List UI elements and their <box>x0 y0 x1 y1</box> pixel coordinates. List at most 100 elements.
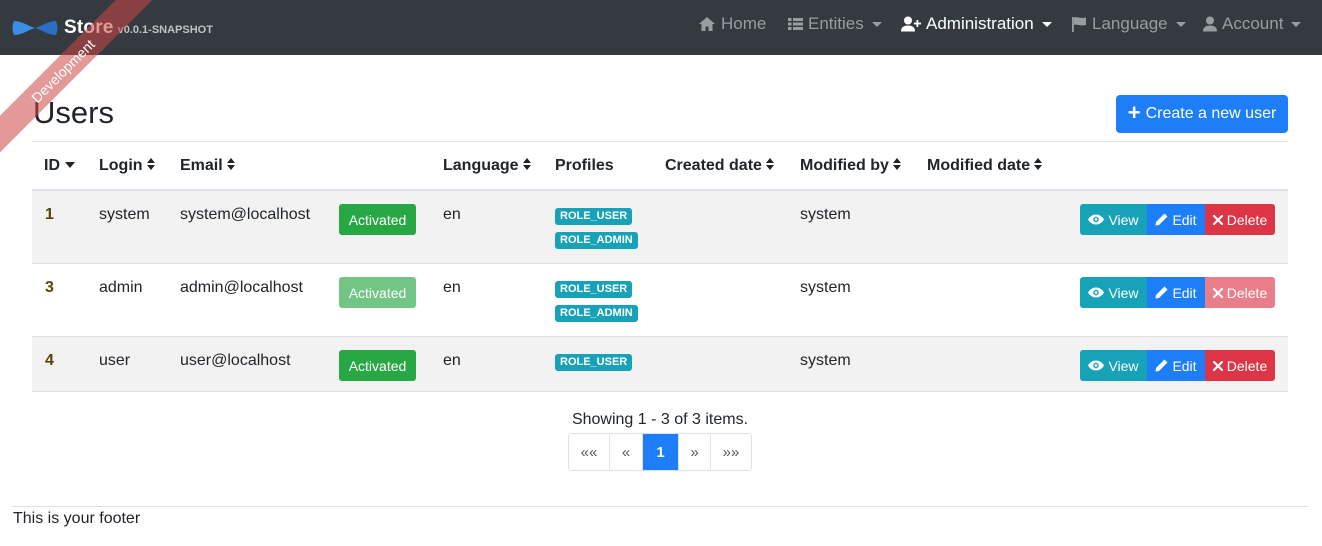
user-id-link[interactable]: 4 <box>45 352 54 370</box>
nav-account[interactable]: Account <box>1203 0 1302 48</box>
close-icon <box>1212 360 1223 371</box>
edit-button[interactable]: Edit <box>1147 204 1205 235</box>
delete-button: Delete <box>1205 277 1275 308</box>
footer-divider <box>12 506 1308 507</box>
profile-badge: ROLE_ADMIN <box>555 232 638 249</box>
current-page-button[interactable]: 1 <box>643 434 679 470</box>
navbar: Store v0.0.1-SNAPSHOT Home Entities Admi… <box>0 0 1322 55</box>
flag-icon <box>1072 17 1086 32</box>
brand-title: Store <box>64 16 114 38</box>
nav-entities[interactable]: Entities <box>788 0 882 48</box>
user-id-link[interactable]: 1 <box>45 206 54 224</box>
plus-icon: + <box>1127 100 1141 125</box>
page-title: Users <box>33 95 114 130</box>
pagination: «« « 1 » »» <box>568 433 752 471</box>
user-language: en <box>443 206 461 223</box>
nav-language[interactable]: Language <box>1071 0 1186 48</box>
table-row: 4 user user@localhost Activated en ROLE_… <box>32 337 1288 392</box>
sort-icon <box>226 158 236 171</box>
sort-desc-icon <box>65 161 75 168</box>
header-created-date[interactable]: Created date <box>665 142 775 190</box>
header-modified-by-label: Modified by <box>800 157 889 174</box>
user-modified-by: system <box>800 279 851 296</box>
profile-badge: ROLE_USER <box>555 208 633 225</box>
user-modified-by: system <box>800 352 851 369</box>
eye-icon <box>1088 360 1105 371</box>
header-modified-date-label: Modified date <box>927 157 1031 174</box>
delete-label: Delete <box>1226 357 1268 374</box>
pagination-summary: Showing 1 - 3 of 3 items. <box>571 411 749 428</box>
table-row: 1 system system@localhost Activated en R… <box>32 191 1288 264</box>
delete-label: Delete <box>1226 284 1268 301</box>
edit-button[interactable]: Edit <box>1147 277 1205 308</box>
sort-icon <box>522 158 532 171</box>
home-icon <box>699 17 715 31</box>
header-modified-by[interactable]: Modified by <box>800 142 902 190</box>
eye-icon <box>1088 287 1105 298</box>
edit-label: Edit <box>1172 211 1197 228</box>
prev-page-button[interactable]: « <box>610 434 643 470</box>
create-user-button[interactable]: + Create a new user <box>1116 95 1288 133</box>
pencil-icon <box>1155 286 1168 299</box>
nav-language-label: Language <box>1092 14 1168 33</box>
profiles-list: ROLE_USER ROLE_ADMIN <box>555 208 638 256</box>
delete-button[interactable]: Delete <box>1205 204 1275 235</box>
header-email[interactable]: Email <box>180 142 236 190</box>
edit-label: Edit <box>1172 357 1197 374</box>
view-button[interactable]: View <box>1080 350 1147 381</box>
header-profiles: Profiles <box>555 142 614 190</box>
logo-icon <box>12 20 58 35</box>
sort-icon <box>892 158 902 171</box>
row-actions: View Edit Delete <box>1080 277 1275 308</box>
user-language: en <box>443 279 461 296</box>
close-icon <box>1212 287 1223 298</box>
view-label: View <box>1108 357 1139 374</box>
user-login: system <box>99 206 150 223</box>
brand[interactable]: Store v0.0.1-SNAPSHOT <box>12 0 213 55</box>
chevron-down-icon <box>871 22 882 27</box>
last-page-button[interactable]: »» <box>711 434 751 470</box>
next-page-button[interactable]: » <box>679 434 711 470</box>
first-page-button[interactable]: «« <box>569 434 610 470</box>
footer-text: This is your footer <box>13 510 141 527</box>
view-button[interactable]: View <box>1080 277 1147 308</box>
edit-button[interactable]: Edit <box>1147 350 1205 381</box>
delete-button[interactable]: Delete <box>1205 350 1275 381</box>
eye-icon <box>1088 214 1105 225</box>
brand-version: v0.0.1-SNAPSHOT <box>117 23 213 36</box>
user-id-link[interactable]: 3 <box>45 279 54 297</box>
nav-administration[interactable]: Administration <box>901 0 1052 48</box>
header-modified-date[interactable]: Modified date <box>927 142 1043 190</box>
nav-account-label: Account <box>1222 14 1284 33</box>
edit-label: Edit <box>1172 284 1197 301</box>
nav-administration-label: Administration <box>926 14 1034 33</box>
view-label: View <box>1108 211 1139 228</box>
header-login-label: Login <box>99 157 143 174</box>
pencil-icon <box>1155 213 1168 226</box>
nav-home[interactable]: Home <box>698 0 766 48</box>
activated-toggle-button[interactable]: Activated <box>339 204 416 235</box>
user-plus-icon <box>901 16 921 32</box>
sort-icon <box>765 158 775 171</box>
users-table: ID Login Email Language Profiles Created… <box>32 141 1288 392</box>
row-actions: View Edit Delete <box>1080 350 1275 381</box>
table-header: ID Login Email Language Profiles Created… <box>32 141 1288 191</box>
user-email: admin@localhost <box>180 279 303 296</box>
header-login[interactable]: Login <box>99 142 156 190</box>
header-id[interactable]: ID <box>44 142 75 190</box>
header-email-label: Email <box>180 157 223 174</box>
view-button[interactable]: View <box>1080 204 1147 235</box>
user-modified-by: system <box>800 206 851 223</box>
header-created-date-label: Created date <box>665 157 762 174</box>
header-language[interactable]: Language <box>443 142 532 190</box>
profile-badge: ROLE_USER <box>555 354 633 371</box>
activated-toggle-button[interactable]: Activated <box>339 350 416 381</box>
header-language-label: Language <box>443 157 519 174</box>
chevron-down-icon <box>1291 22 1302 27</box>
profiles-list: ROLE_USER <box>555 354 633 378</box>
profiles-list: ROLE_USER ROLE_ADMIN <box>555 281 638 329</box>
profile-badge: ROLE_USER <box>555 281 633 298</box>
delete-label: Delete <box>1226 211 1268 228</box>
profile-badge: ROLE_ADMIN <box>555 305 638 322</box>
chevron-down-icon <box>1175 22 1186 27</box>
